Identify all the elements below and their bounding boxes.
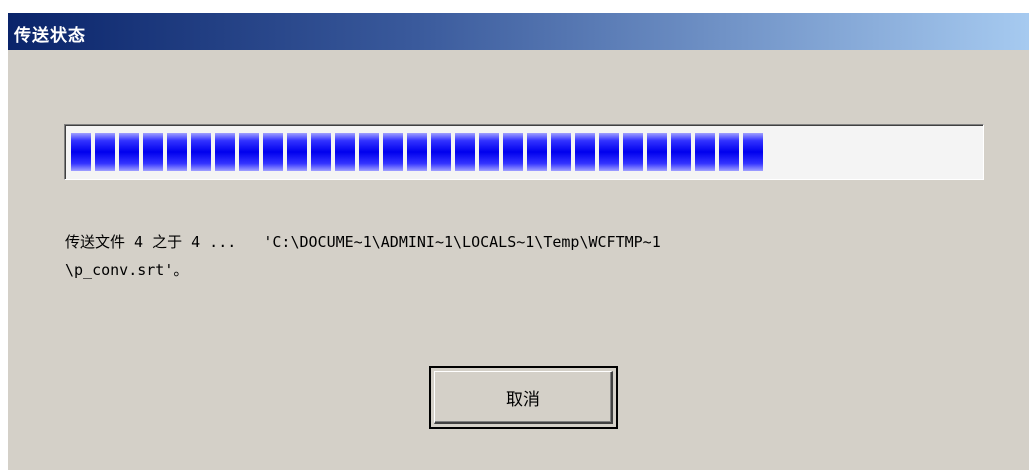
- transfer-status-dialog: 传送状态 传送文件 4 之于 4 ... 'C:\DOCUME~1\ADMINI…: [7, 12, 1029, 470]
- status-text-line-1: 传送文件 4 之于 4 ... 'C:\DOCUME~1\ADMINI~1\LO…: [65, 233, 661, 251]
- status-text-line-2: \p_conv.srt'。: [65, 261, 189, 279]
- progress-fill: [71, 133, 763, 171]
- title-bar[interactable]: 传送状态: [8, 13, 1029, 50]
- progress-bar: [64, 124, 984, 180]
- cancel-button-frame: 取消: [429, 366, 618, 429]
- window-title: 传送状态: [14, 26, 86, 46]
- cancel-button[interactable]: 取消: [434, 371, 613, 424]
